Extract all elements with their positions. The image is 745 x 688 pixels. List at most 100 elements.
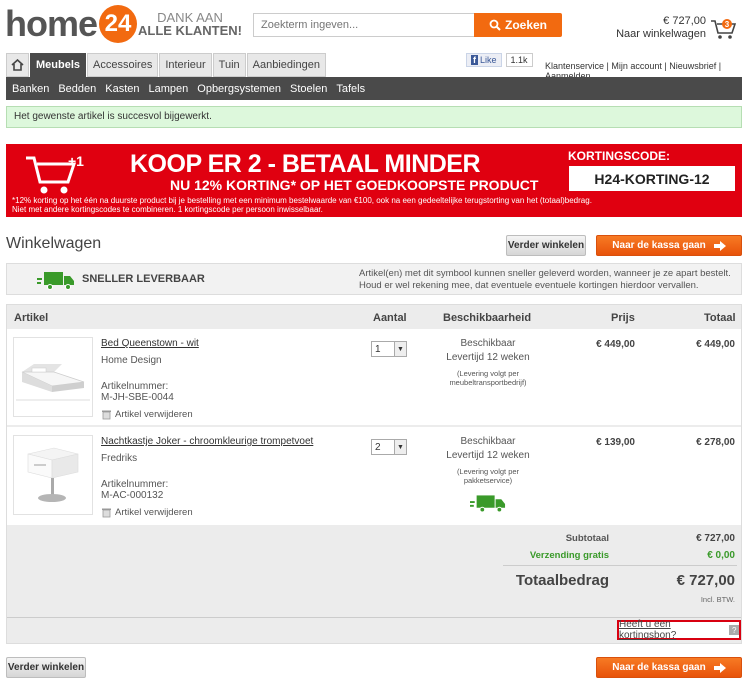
trash-icon [102,508,111,518]
summary-divider [7,617,741,618]
lead-time: Levertijd 12 weken [446,450,530,461]
promo-fineprint-line2: Niet met andere kortingscodes te combine… [12,205,323,214]
remove-item-label: Artikel verwijderen [115,507,193,518]
tab-accessoires[interactable]: Accessoires [87,53,159,77]
promo-subtitle: NU 12% KORTING* OP HET GOEDKOOPSTE PRODU… [170,177,539,193]
promo-banner[interactable]: +1 KOOP ER 2 - BETAAL MINDER NU 12% KORT… [6,144,742,217]
arrow-right-icon [713,662,726,673]
facebook-like: f Like 1.1k [466,53,533,67]
promo-fineprint-line1: *12% korting op het één na duurste produ… [12,196,592,205]
fast-delivery-box: SNELLER LEVERBAAR Artikel(en) met dit sy… [6,263,742,295]
product-sku: Artikelnummer: M-JH-SBE-0044 [101,381,174,403]
line-total: € 449,00 [696,339,735,350]
quantity-value: 1 [375,343,381,355]
truck-icon [37,272,74,290]
promo-fineprint: *12% korting op het één na duurste produ… [12,196,592,214]
product-image-nightstand[interactable] [13,435,93,515]
promo-cart-icon: +1 [26,153,84,194]
sub-nav: Banken Bedden Kasten Lampen Opbergsystem… [6,77,742,100]
subnav-lampen[interactable]: Lampen [149,83,189,95]
continue-shopping-button-bottom[interactable]: Verder winkelen [6,657,86,678]
nightstand-image [27,447,79,502]
thanks-slogan: DANK AAN ALLE KLANTEN! [138,11,242,37]
promo-code-label: KORTINGSCODE: [568,149,670,163]
chevron-down-icon: ▼ [394,342,406,356]
cart-table: Artikel Aantal Beschikbaarheid Prijs Tot… [6,304,742,644]
shipping-value: € 0,00 [707,550,735,561]
quantity-select[interactable]: 1 ▼ [371,341,407,357]
logo[interactable]: home 24 [5,3,138,44]
table-row: Nachtkastje Joker - chroomkleurige tromp… [7,427,741,525]
subnav-kasten[interactable]: Kasten [105,83,139,95]
promo-code: H24-KORTING-12 [569,166,735,191]
subnav-bedden[interactable]: Bedden [58,83,96,95]
delivery-note: (Levering volgt per pakketservice) [456,467,520,485]
search-icon [489,19,501,31]
product-brand: Home Design [101,355,162,366]
tab-meubels[interactable]: Meubels [30,53,87,77]
cart-summary[interactable]: € 727,00 Naar winkelwagen [600,15,706,41]
lead-time: Levertijd 12 weken [446,352,530,363]
availability-status: Beschikbaar [460,338,516,349]
bed-image [16,364,90,401]
sku-value: M-JH-SBE-0044 [101,392,174,403]
subnav-opbergsystemen[interactable]: Opbergsystemen [197,83,281,95]
remove-item-button[interactable]: Artikel verwijderen [101,507,193,518]
grand-total-label: Totaalbedrag [515,572,609,589]
line-total: € 278,00 [696,437,735,448]
product-image-bed[interactable] [13,337,93,417]
home-button[interactable] [6,53,29,77]
cart-count: 3 [725,20,730,29]
thanks-line2: ALLE KLANTEN! [138,23,242,38]
tab-interieur[interactable]: Interieur [159,53,212,77]
grand-total-value: € 727,00 [676,572,735,589]
subtotal-value: € 727,00 [696,533,735,544]
chevron-down-icon: ▼ [394,440,406,454]
checkout-button[interactable]: Naar de kassa gaan [596,235,742,256]
arrow-right-icon [713,240,726,251]
header-availability: Beschikbaarheid [443,312,532,324]
cart-label: Naar winkelwagen [616,28,706,40]
product-name-link[interactable]: Nachtkastje Joker - chroomkleurige tromp… [101,436,313,447]
fb-like-button[interactable]: f Like [466,53,502,67]
promo-badge: +1 [68,153,84,169]
coupon-link-box[interactable]: Heeft u een kortingsbon? ? [617,619,741,641]
header-total: Totaal [704,312,736,324]
tab-tuin[interactable]: Tuin [212,53,246,77]
product-sku: Artikelnummer: M-AC-000132 [101,479,168,501]
quantity-select[interactable]: 2 ▼ [371,439,407,455]
main-nav: Meubels Accessoires Interieur Tuin Aanbi… [6,53,327,77]
logo-text: home [5,3,98,44]
trash-icon [102,410,111,420]
cart-icon[interactable]: 3 [710,18,736,40]
search-input[interactable] [253,13,474,37]
subnav-tafels[interactable]: Tafels [336,83,365,95]
fast-delivery-label: SNELLER LEVERBAAR [82,273,205,285]
product-name-link[interactable]: Bed Queenstown - wit [101,338,199,349]
sku-label: Artikelnummer: [101,479,169,490]
subnav-banken[interactable]: Banken [12,83,49,95]
header-price: Prijs [611,312,635,324]
subnav-stoelen[interactable]: Stoelen [290,83,327,95]
help-icon[interactable]: ? [729,625,739,635]
home-icon [11,59,24,71]
delivery-note: (Levering volgt per meubeltransportbedri… [449,369,527,387]
availability-status: Beschikbaar [460,436,516,447]
checkout-label: Naar de kassa gaan [612,662,706,673]
sku-value: M-AC-000132 [101,490,164,501]
remove-item-label: Artikel verwijderen [115,409,193,420]
checkout-label: Naar de kassa gaan [612,240,706,251]
header-qty: Aantal [373,312,407,324]
checkout-button-bottom[interactable]: Naar de kassa gaan [596,657,742,678]
fb-like-label: Like [480,55,497,65]
summary-divider [503,565,737,566]
header-article: Artikel [14,312,49,324]
remove-item-button[interactable]: Artikel verwijderen [101,409,193,420]
cart-amount: € 727,00 [663,15,706,27]
success-message: Het gewenste artikel is succesvol bijgew… [6,106,742,128]
search-button[interactable]: Zoeken [474,13,562,37]
fast-delivery-text: Artikel(en) met dit symbool kunnen snell… [359,268,731,292]
coupon-link[interactable]: Heeft u een kortingsbon? [619,619,725,641]
tab-aanbiedingen[interactable]: Aanbiedingen [246,53,326,77]
continue-shopping-button[interactable]: Verder winkelen [506,235,586,256]
